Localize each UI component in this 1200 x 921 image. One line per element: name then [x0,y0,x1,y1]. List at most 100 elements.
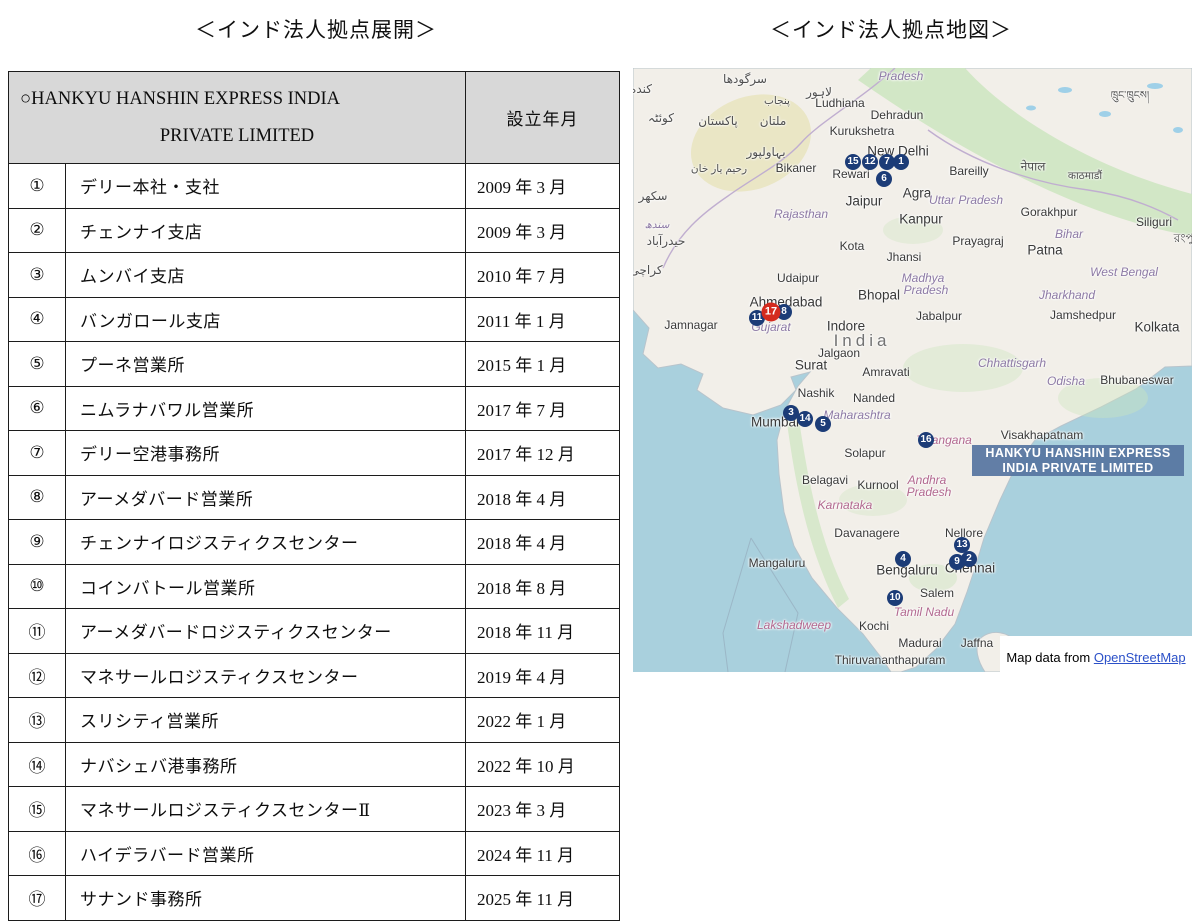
cell-date: 2009 年 3 月 [466,208,620,253]
india-map: HANKYU HANSHIN EXPRESS INDIA PRIVATE LIM… [633,68,1192,672]
table-row: ⑧アーメダバード営業所2018 年 4 月 [9,475,620,520]
forest-patch [909,564,957,592]
forest-patch [883,216,943,244]
company-name-line2: PRIVATE LIMITED [10,126,464,147]
cell-no: ⑩ [9,564,66,609]
map-marker-16: 16 [918,432,934,448]
cell-name: バンガロール支店 [66,297,466,342]
cell-date: 2018 年 8 月 [466,564,620,609]
map-marker-15: 15 [845,154,861,170]
table-body: ①デリー本社・支社2009 年 3 月②チェンナイ支店2009 年 3 月③ムン… [9,164,620,921]
cell-name: ナバシェバ港事務所 [66,742,466,787]
map-marker-12: 12 [862,154,878,170]
cell-date: 2017 年 12 月 [466,431,620,476]
company-header-cell: ○HANKYU HANSHIN EXPRESS INDIA PRIVATE LI… [9,72,466,164]
openstreetmap-link[interactable]: OpenStreetMap [1094,650,1186,665]
cell-name: スリシティ営業所 [66,698,466,743]
cell-no: ⑯ [9,831,66,876]
cell-name: デリー空港事務所 [66,431,466,476]
cell-name: ハイデラバード営業所 [66,831,466,876]
lake [1058,87,1072,93]
cell-date: 2022 年 1 月 [466,698,620,743]
cell-date: 2019 年 4 月 [466,653,620,698]
table-row: ⑤プーネ営業所2015 年 1 月 [9,342,620,387]
cell-no: ② [9,208,66,253]
cell-no: ⑮ [9,787,66,832]
table-row: ⑩コインバトール営業所2018 年 8 月 [9,564,620,609]
cell-date: 2010 年 7 月 [466,253,620,298]
map-marker-9: 9 [949,554,965,570]
table-row: ⑯ハイデラバード営業所2024 年 11 月 [9,831,620,876]
lake [1026,106,1036,111]
map-marker-17: 17 [762,303,781,322]
cell-date: 2018 年 11 月 [466,609,620,654]
table-row: ①デリー本社・支社2009 年 3 月 [9,164,620,209]
table-row: ⑪アーメダバードロジスティクスセンター2018 年 11 月 [9,609,620,654]
cell-no: ③ [9,253,66,298]
cell-date: 2009 年 3 月 [466,164,620,209]
established-column-header: 設立年月 [466,72,620,164]
table-row: ⑭ナバシェバ港事務所2022 年 10 月 [9,742,620,787]
table-row: ③ムンバイ支店2010 年 7 月 [9,253,620,298]
cell-name: マネサールロジスティクスセンター [66,653,466,698]
map-attribution: Map data from OpenStreetMap [1000,636,1192,672]
cell-date: 2023 年 3 月 [466,787,620,832]
cell-name: デリー本社・支社 [66,164,466,209]
cell-no: ⑰ [9,876,66,921]
cell-date: 2011 年 1 月 [466,297,620,342]
right-section-title: ＜インド法人拠点地図＞ [770,14,1012,44]
cell-no: ⑫ [9,653,66,698]
map-marker-6: 6 [876,171,892,187]
cell-name: ニムラナバワル営業所 [66,386,466,431]
map-background [633,68,1192,672]
office-table: ○HANKYU HANSHIN EXPRESS INDIA PRIVATE LI… [8,71,620,921]
cell-name: チェンナイ支店 [66,208,466,253]
cell-name: アーメダバード営業所 [66,475,466,520]
table-row: ④バンガロール支店2011 年 1 月 [9,297,620,342]
table-row: ②チェンナイ支店2009 年 3 月 [9,208,620,253]
left-section-title: ＜インド法人拠点展開＞ [195,14,437,44]
cell-name: マネサールロジスティクスセンターⅡ [66,787,466,832]
cell-no: ① [9,164,66,209]
cell-name: プーネ営業所 [66,342,466,387]
cell-no: ⑨ [9,520,66,565]
cell-name: サナンド事務所 [66,876,466,921]
company-name-line1: ○HANKYU HANSHIN EXPRESS INDIA [10,89,464,110]
table-row: ⑬スリシティ営業所2022 年 1 月 [9,698,620,743]
forest-patch [839,484,907,516]
cell-date: 2017 年 7 月 [466,386,620,431]
company-overlay-line1: HANKYU HANSHIN EXPRESS [972,446,1184,461]
map-marker-14: 14 [797,411,813,427]
cell-no: ④ [9,297,66,342]
cell-date: 2024 年 11 月 [466,831,620,876]
cell-date: 2022 年 10 月 [466,742,620,787]
cell-no: ⑦ [9,431,66,476]
cell-no: ⑧ [9,475,66,520]
cell-name: ムンバイ支店 [66,253,466,298]
table-row: ⑮マネサールロジスティクスセンターⅡ2023 年 3 月 [9,787,620,832]
cell-no: ⑭ [9,742,66,787]
cell-date: 2015 年 1 月 [466,342,620,387]
map-marker-10: 10 [887,590,903,606]
company-overlay-label: HANKYU HANSHIN EXPRESS INDIA PRIVATE LIM… [972,445,1184,476]
table-row: ⑫マネサールロジスティクスセンター2019 年 4 月 [9,653,620,698]
map-marker-1: 1 [893,154,909,170]
table-row: ⑦デリー空港事務所2017 年 12 月 [9,431,620,476]
company-overlay-line2: INDIA PRIVATE LIMITED [972,461,1184,476]
lake [1147,83,1163,89]
table-row: ⑰サナンド事務所2025 年 11 月 [9,876,620,921]
cell-no: ⑬ [9,698,66,743]
cell-no: ⑪ [9,609,66,654]
table-header-row: ○HANKYU HANSHIN EXPRESS INDIA PRIVATE LI… [9,72,620,164]
forest-patch [903,344,1023,392]
attribution-text: Map data from [1006,650,1093,665]
cell-no: ⑥ [9,386,66,431]
cell-name: コインバトール営業所 [66,564,466,609]
map-marker-5: 5 [815,416,831,432]
cell-date: 2018 年 4 月 [466,520,620,565]
map-marker-4: 4 [895,551,911,567]
lake [1173,127,1183,133]
cell-date: 2018 年 4 月 [466,475,620,520]
forest-patch [1058,378,1148,418]
table-row: ⑥ニムラナバワル営業所2017 年 7 月 [9,386,620,431]
